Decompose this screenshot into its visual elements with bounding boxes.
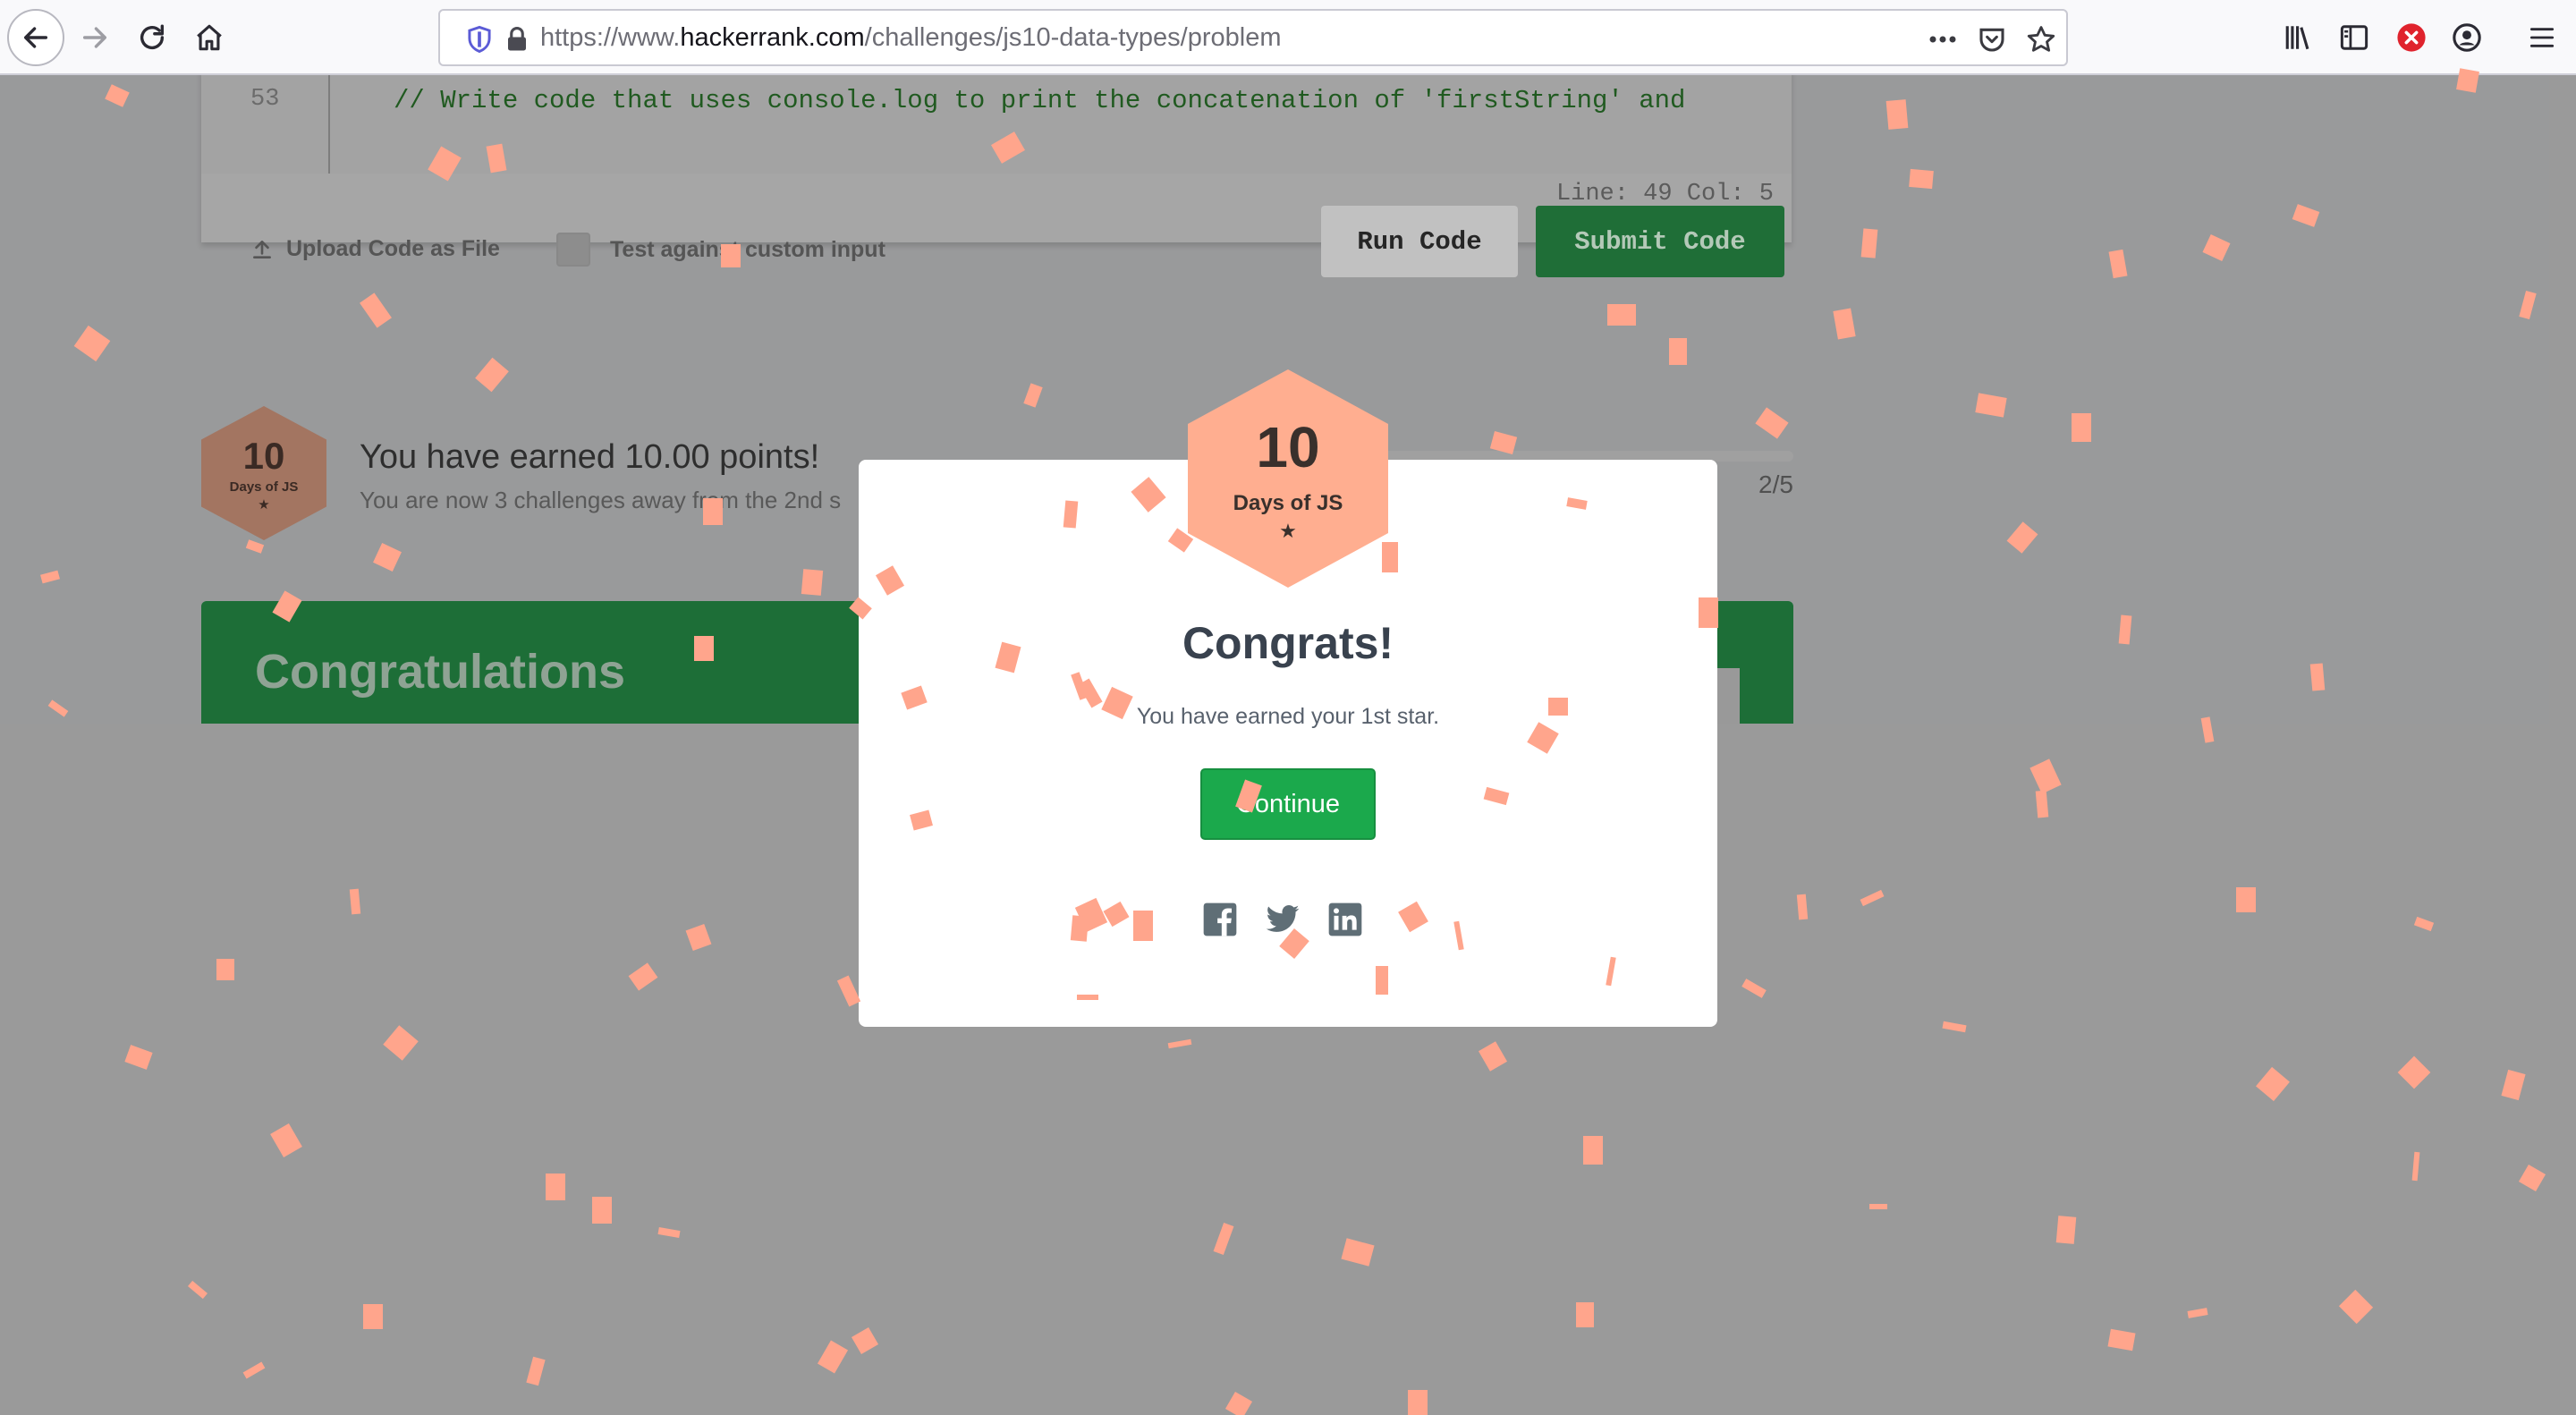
- code-text[interactable]: // Write code that uses console.log to p…: [394, 86, 1753, 115]
- twitter-icon: [1266, 905, 1300, 932]
- upload-label: Upload Code as File: [286, 236, 500, 261]
- forward-button[interactable]: [68, 11, 122, 64]
- account-icon: [2453, 23, 2481, 52]
- home-icon: [197, 24, 222, 51]
- custom-input-checkbox[interactable]: [556, 233, 590, 267]
- modal-badge-stars: ★: [1279, 520, 1297, 542]
- home-button[interactable]: [182, 11, 236, 64]
- badge-stars: ★: [258, 497, 270, 513]
- blocked-extension-button[interactable]: [2385, 11, 2438, 64]
- url-domain: hackerrank.com: [680, 23, 865, 52]
- star-progress-count: 2/5: [1758, 470, 1793, 498]
- url-text[interactable]: https://www.hackerrank.com/challenges/js…: [540, 11, 1282, 64]
- cursor-position: Line: 49 Col: 5: [1555, 181, 1774, 208]
- browser-toolbar: https://www.hackerrank.com/challenges/js…: [0, 0, 2576, 75]
- editor-line: 53 // Write code that uses console.log t…: [201, 75, 1792, 174]
- upload-code-button[interactable]: Upload Code as File: [250, 236, 500, 262]
- line-number: 53: [250, 86, 280, 113]
- linkedin-share-button[interactable]: [1327, 902, 1363, 937]
- reload-button[interactable]: [125, 11, 179, 64]
- twitter-share-button[interactable]: [1265, 902, 1301, 937]
- linkedin-icon: [1328, 902, 1362, 936]
- shield-icon[interactable]: [462, 21, 497, 57]
- badge-number: 10: [242, 435, 285, 477]
- days-of-js-badge: 10 Days of JS ★: [201, 406, 326, 540]
- modal-title: Congrats!: [1182, 618, 1394, 668]
- modal-badge-number: 10: [1256, 415, 1320, 479]
- menu-button[interactable]: [2515, 11, 2569, 64]
- facebook-share-button[interactable]: [1202, 902, 1238, 937]
- challenges-away-text: You are now 3 challenges away from the 2…: [360, 487, 842, 513]
- account-button[interactable]: [2440, 11, 2494, 64]
- lock-icon[interactable]: [499, 21, 535, 57]
- menu-icon: [2529, 28, 2555, 47]
- submit-code-button[interactable]: Submit Code: [1536, 206, 1784, 277]
- more-icon[interactable]: [1925, 21, 1961, 57]
- points-earned-text: You have earned 10.00 points!: [360, 438, 820, 476]
- url-prefix: https://www.: [540, 23, 681, 52]
- custom-input-toggle[interactable]: Test against custom input: [556, 233, 886, 267]
- modal-badge-name: Days of JS: [1233, 491, 1343, 515]
- library-button[interactable]: [2272, 11, 2326, 64]
- reload-icon: [140, 24, 165, 49]
- badge-name: Days of JS: [229, 479, 299, 495]
- back-button[interactable]: [7, 9, 64, 66]
- run-code-button[interactable]: Run Code: [1321, 206, 1518, 277]
- url-path: /challenges/js10-data-types/problem: [864, 23, 1282, 52]
- pocket-icon[interactable]: [1974, 21, 2010, 57]
- forward-icon: [82, 27, 107, 48]
- upload-icon: [253, 240, 271, 258]
- sidebar-button[interactable]: [2327, 11, 2381, 64]
- banner-title: Congratulations: [255, 645, 625, 699]
- editor-gutter: [328, 75, 330, 174]
- back-icon: [23, 27, 48, 48]
- modal-subtitle: You have earned your 1st star.: [1136, 704, 1440, 729]
- custom-input-label: Test against custom input: [610, 236, 886, 262]
- star-icon[interactable]: [2023, 21, 2059, 57]
- sidebar-icon: [2340, 25, 2368, 50]
- blocked-icon: [2397, 23, 2426, 52]
- library-icon: [2285, 26, 2309, 50]
- address-bar[interactable]: https://www.hackerrank.com/challenges/js…: [438, 9, 2068, 66]
- continue-button[interactable]: Continue: [1200, 768, 1376, 840]
- facebook-icon: [1203, 902, 1237, 936]
